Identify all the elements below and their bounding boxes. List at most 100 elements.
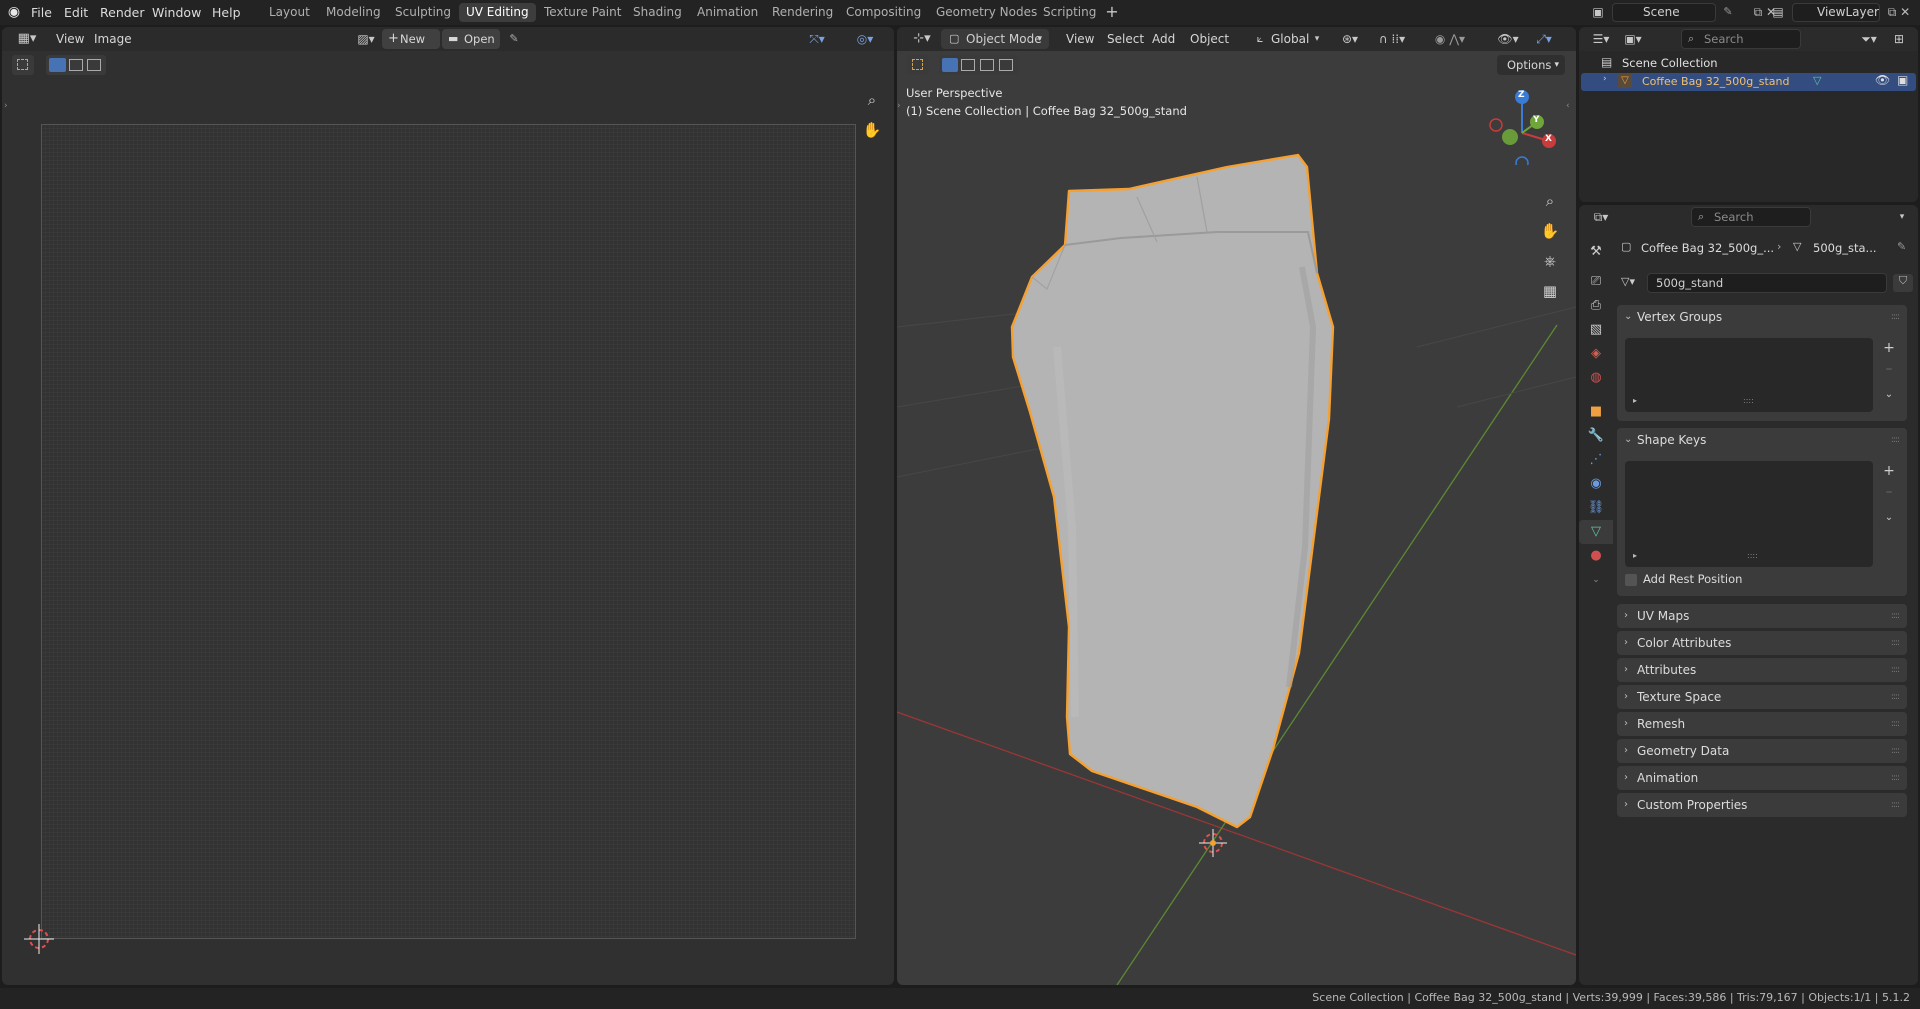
viewport-select-subtract-icon[interactable]	[980, 59, 994, 71]
perspective-toggle-icon[interactable]: ▦	[1536, 277, 1564, 305]
view-layer-field[interactable]: ViewLayer	[1792, 3, 1880, 22]
breadcrumb-pin-icon[interactable]: ✎	[1897, 240, 1906, 253]
outliner-row-scene-collection[interactable]: ▤ Scene Collection	[1579, 53, 1918, 73]
world-tab-icon[interactable]: ◍	[1579, 366, 1613, 390]
tool-tab-icon[interactable]: ⚒	[1579, 240, 1613, 264]
mesh-data-tab-icon[interactable]: ▽	[1579, 520, 1613, 544]
physics-tab-icon[interactable]: ◉	[1579, 472, 1613, 496]
proportional-editing-icon[interactable]: ◉ ⋀▾	[1427, 29, 1473, 49]
viewport-select-menu[interactable]: Select	[1107, 29, 1144, 49]
2d-cursor-icon[interactable]	[24, 924, 54, 954]
uv-maps-grip-icon[interactable]: ::::	[1891, 604, 1900, 628]
menu-edit[interactable]: Edit	[64, 0, 88, 25]
scene-tab-icon[interactable]: ◈	[1579, 342, 1613, 366]
vertex-groups-label[interactable]: Vertex Groups	[1637, 305, 1722, 329]
shape-key-add-icon[interactable]: +	[1879, 461, 1899, 481]
mesh-data-icon[interactable]: ▽	[1813, 74, 1821, 87]
pin-image-icon[interactable]: ✎	[504, 29, 524, 49]
blender-logo-icon[interactable]: ◉	[4, 2, 24, 22]
uv-image-menu[interactable]: Image	[94, 29, 132, 49]
uv-overlay-icon[interactable]: ◎▾	[848, 29, 882, 49]
vertex-group-remove-icon[interactable]: –	[1879, 359, 1899, 379]
vertex-group-specials-icon[interactable]: ⌄	[1879, 385, 1899, 405]
viewport-zoom-icon[interactable]: ⌕	[1536, 187, 1564, 215]
properties-options-chevron-icon[interactable]: ▾	[1893, 207, 1911, 227]
tab-sculpting[interactable]: Sculpting	[388, 3, 458, 22]
editor-type-icon[interactable]: ▦▾	[12, 29, 42, 49]
shape-keys-grip-icon[interactable]: ::::	[1891, 428, 1900, 452]
viewport-editor-type-icon[interactable]: ⊹▾	[907, 29, 937, 49]
select-new-icon[interactable]	[49, 58, 66, 72]
viewport-sidebar-toggle-icon[interactable]: ‹	[1566, 101, 1574, 111]
modifiers-tab-icon[interactable]: 🔧	[1579, 424, 1613, 448]
scene-name-field[interactable]: Scene	[1612, 3, 1716, 22]
menu-file[interactable]: File	[31, 0, 52, 25]
geometry-data-panel[interactable]: › Geometry Data ::::	[1617, 739, 1907, 763]
tab-shading[interactable]: Shading	[626, 3, 689, 22]
vertex-group-add-icon[interactable]: +	[1879, 338, 1899, 358]
tab-compositing[interactable]: Compositing	[839, 3, 928, 22]
shape-key-specials-icon[interactable]: ⌄	[1879, 508, 1899, 528]
viewport-panel[interactable]: ⊹▾ ▢ Object Mode ▾ View Select Add Objec…	[897, 27, 1576, 985]
mode-dropdown[interactable]: ▢ Object Mode ▾	[941, 29, 1049, 49]
attributes-panel[interactable]: › Attributes ::::	[1617, 658, 1907, 682]
vertex-groups-list[interactable]: ▸ ::::	[1625, 338, 1873, 412]
display-mode-icon[interactable]: ▣▾	[1619, 29, 1647, 49]
add-workspace-icon[interactable]: +	[1102, 2, 1122, 22]
tab-modeling[interactable]: Modeling	[319, 3, 388, 22]
uv-pan-hand-icon[interactable]: ✋	[858, 116, 886, 144]
uv-maps-panel[interactable]: › UV Maps ::::	[1617, 604, 1907, 628]
vertex-groups-resize-icon[interactable]: ::::	[1743, 396, 1754, 405]
menu-render[interactable]: Render	[100, 0, 145, 25]
uv-grid[interactable]	[41, 124, 856, 939]
pivot-point-icon[interactable]: ⊛▾	[1335, 29, 1365, 49]
uv-zoom-icon[interactable]: ⌕	[858, 86, 886, 114]
shape-keys-expand-icon[interactable]: ▸	[1633, 551, 1637, 560]
image-browse-icon[interactable]: ▨▾	[352, 29, 380, 49]
tab-scripting[interactable]: Scripting	[1036, 3, 1103, 22]
vertex-groups-grip-icon[interactable]: ::::	[1891, 305, 1900, 329]
expand-chevron-icon[interactable]: ›	[1603, 74, 1607, 84]
render-tab-icon[interactable]: ⎚	[1579, 270, 1613, 294]
tab-layout[interactable]: Layout	[262, 3, 317, 22]
view-layer-actions-icon[interactable]: ⧉ ✕	[1880, 2, 1918, 22]
viewport-options-button[interactable]: Options ▾	[1497, 55, 1565, 75]
vertex-groups-expand-icon[interactable]: ▸	[1633, 396, 1637, 405]
viewport-add-menu[interactable]: Add	[1152, 29, 1175, 49]
outliner-editor-type-icon[interactable]: ☰▾	[1587, 29, 1615, 49]
tab-geometry-nodes[interactable]: Geometry Nodes	[929, 3, 1044, 22]
render-camera-icon[interactable]: ▣	[1897, 73, 1908, 87]
uv-sync-icon[interactable]: ⤧▾	[800, 29, 834, 49]
viewport-select-tool-icon[interactable]	[907, 55, 929, 75]
geometry-data-grip-icon[interactable]: ::::	[1891, 739, 1900, 763]
mesh-browse-icon[interactable]: ▽▾	[1621, 275, 1635, 288]
viewport-select-extend-icon[interactable]	[961, 59, 975, 71]
snapping-icon[interactable]: ∩ ⁞⁞▾	[1369, 29, 1415, 49]
menu-window[interactable]: Window	[152, 0, 201, 25]
fake-user-shield-icon[interactable]: ⛉	[1893, 274, 1913, 292]
viewport-select-mode-group[interactable]	[939, 55, 1019, 75]
viewport-object-menu[interactable]: Object	[1190, 29, 1229, 49]
remesh-grip-icon[interactable]: ::::	[1891, 712, 1900, 736]
attributes-grip-icon[interactable]: ::::	[1891, 658, 1900, 682]
open-image-button[interactable]: ▬ Open	[442, 29, 500, 49]
shape-key-remove-icon[interactable]: –	[1879, 482, 1899, 502]
custom-properties-grip-icon[interactable]: ::::	[1891, 793, 1900, 817]
viewport-toolbar-toggle-icon[interactable]: ›	[897, 101, 905, 111]
texture-space-panel[interactable]: › Texture Space ::::	[1617, 685, 1907, 709]
shape-keys-resize-icon[interactable]: ::::	[1747, 551, 1758, 560]
output-tab-icon[interactable]: ⎙	[1579, 294, 1613, 318]
tab-animation[interactable]: Animation	[690, 3, 765, 22]
new-image-button[interactable]: + New	[382, 29, 440, 49]
shape-keys-list[interactable]: ▸ ::::	[1625, 461, 1873, 567]
color-attributes-panel[interactable]: › Color Attributes ::::	[1617, 631, 1907, 655]
shape-keys-chevron-icon[interactable]: ⌄	[1624, 428, 1632, 452]
tab-texture-paint[interactable]: Texture Paint	[537, 3, 628, 22]
outliner-row-object[interactable]: › ▽ Coffee Bag 32_500g_stand ▽ 👁 ▣	[1581, 73, 1916, 91]
object-tab-icon[interactable]: ■	[1579, 400, 1613, 424]
custom-properties-panel[interactable]: › Custom Properties ::::	[1617, 793, 1907, 817]
outliner-filter-icon[interactable]: ⏷▾	[1855, 29, 1883, 49]
tab-uv-editing[interactable]: UV Editing	[459, 3, 536, 22]
add-rest-position-checkbox[interactable]	[1625, 574, 1637, 586]
animation-grip-icon[interactable]: ::::	[1891, 766, 1900, 790]
